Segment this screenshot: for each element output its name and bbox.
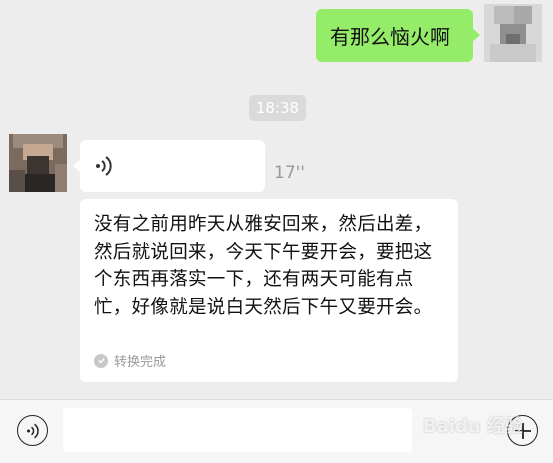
transcript-status: 转换完成 xyxy=(94,351,166,370)
transcript-status-label: 转换完成 xyxy=(114,355,167,370)
voice-input-button[interactable] xyxy=(17,415,48,446)
plus-icon xyxy=(514,422,531,439)
voice-icon xyxy=(26,423,39,438)
chat-timestamp: 18:38 xyxy=(249,95,306,121)
contact-avatar[interactable] xyxy=(9,134,67,192)
add-button[interactable] xyxy=(507,415,538,446)
voice-transcript-bubble[interactable]: 没有之前用昨天从雅安回来，然后出差，然后就说回来，今天下午要开会，要把这个东西再… xyxy=(80,199,458,382)
outgoing-message-bubble[interactable]: 有那么恼火啊 xyxy=(316,9,480,62)
my-avatar[interactable] xyxy=(484,4,542,62)
voice-wave-icon xyxy=(96,156,112,176)
message-input[interactable] xyxy=(63,408,412,452)
transcript-text: 没有之前用昨天从雅安回来，然后出差，然后就说回来，今天下午要开会，要把这个东西再… xyxy=(94,214,433,318)
check-icon xyxy=(94,353,108,368)
voice-duration: 17'' xyxy=(274,163,305,183)
input-bar xyxy=(0,399,553,463)
outgoing-message-text: 有那么恼火啊 xyxy=(330,25,450,49)
voice-message-bubble[interactable] xyxy=(73,140,265,192)
